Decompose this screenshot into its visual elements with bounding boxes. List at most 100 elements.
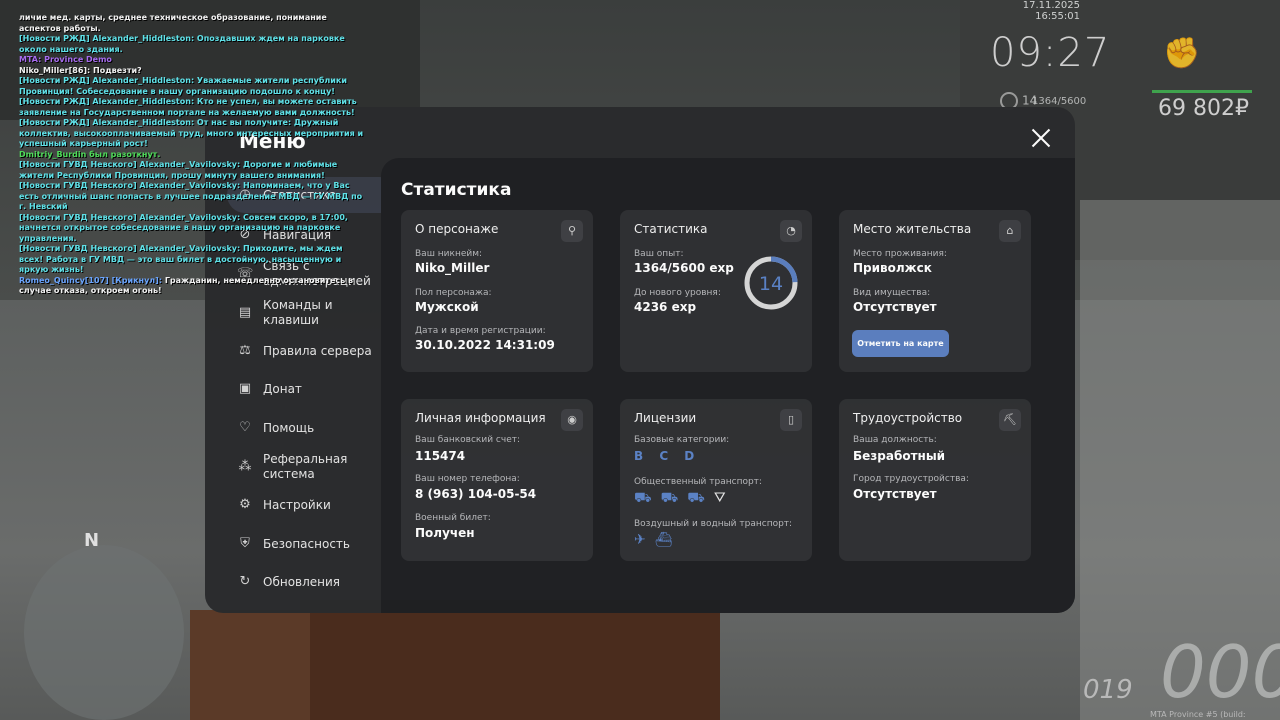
card-title: О персонаже — [415, 222, 499, 236]
chat-text: [Новости РЖД] Alexander_Hiddleston: От н… — [19, 118, 364, 148]
reg-label: Дата и время регистрации: — [415, 326, 546, 336]
trolleybus-icon: ⛟ — [660, 490, 679, 506]
chat-text: [Новости ГУВД Невского] Alexander_Vavilo… — [19, 212, 348, 243]
card-title: Статистика — [634, 222, 708, 236]
document-icon: ▤ — [238, 305, 252, 320]
public-transport-icons: ⛟ ⛟ ⛟ ⛛ — [634, 490, 726, 508]
chat-line: MTA: Province Demo — [19, 55, 369, 66]
bank-label: Ваш банковский счет: — [415, 435, 521, 445]
chat-line: [Новости РЖД] Alexander_Hiddleston: Уваж… — [19, 76, 369, 97]
level-value: 14 — [759, 273, 783, 295]
sidebar-item-updates[interactable]: ↻ Обновления — [237, 574, 387, 590]
vehicle — [300, 600, 720, 720]
next-level-label: До нового уровня: — [634, 288, 721, 298]
stats-card: Статистика ◔ Ваш опыт: 1364/5600 exp До … — [620, 210, 812, 372]
chat-line: личие мед. карты, среднее техническое об… — [19, 13, 369, 34]
next-level-value: 4236 exp — [634, 300, 697, 314]
air-water-label: Воздушный и водный транспорт: — [634, 519, 793, 529]
sidebar-item-donate[interactable]: ▣ Донат — [237, 381, 387, 397]
minimap[interactable] — [24, 545, 184, 720]
place-label: Место проживания: — [853, 249, 947, 259]
property-value: Отсутствует — [853, 300, 937, 314]
plane-icon: ✈ — [634, 532, 646, 548]
reg-value: 30.10.2022 14:31:09 — [415, 338, 555, 352]
hud-date: 17.11.2025 16:55:01 — [1022, 0, 1080, 22]
position-label: Ваша должность: — [853, 435, 937, 445]
chat-text: [Новости ГУВД Невского] Alexander_Vavilo… — [19, 181, 363, 211]
mark-on-map-button[interactable]: Отметить на карте — [852, 330, 949, 357]
card-title: Место жительства — [853, 222, 972, 236]
sidebar-item-label: Правила сервера — [263, 343, 372, 358]
level-ring: 14 — [744, 256, 798, 310]
page-title: Статистика — [401, 180, 512, 200]
boat-icon: ⛴ — [654, 532, 673, 548]
chat-line: [Новости ГУВД Невского] Alexander_Vavilo… — [19, 213, 369, 245]
work-city-value: Отсутствует — [853, 487, 937, 501]
sidebar-item-referral[interactable]: ⁂ Реферальная система — [237, 452, 387, 482]
chat-text: [Новости РЖД] Alexander_Hiddleston: Уваж… — [19, 76, 347, 96]
base-categories-label: Базовые категории: — [634, 435, 730, 445]
chat-log: личие мед. карты, среднее техническое об… — [19, 13, 369, 297]
shield-icon: ⛨ — [240, 536, 250, 551]
heart-hand-icon: ♡ — [239, 420, 251, 435]
card-title: Лицензии — [634, 411, 697, 425]
chat-text: [Новости РЖД] Alexander_Hiddleston: Кто … — [19, 97, 357, 117]
place-value: Приволжск — [853, 261, 932, 275]
sidebar-item-label: Помощь — [263, 420, 315, 435]
chat-line: [Новости РЖД] Alexander_Hiddleston: От н… — [19, 118, 369, 150]
chat-text: [Новости ГУВД Невского] Alexander_Vavilo… — [19, 244, 343, 274]
bus-icon: ⛟ — [634, 490, 652, 506]
pickaxe-icon: ⛏ — [999, 409, 1021, 431]
residence-card: Место жительства ⌂ Место проживания: При… — [839, 210, 1031, 372]
licenses-card: Лицензии ▯ Базовые категории: B C D Обще… — [620, 399, 812, 561]
employment-card: Трудоустройство ⛏ Ваша должность: Безраб… — [839, 399, 1031, 561]
license-icon: ▯ — [780, 409, 802, 431]
sidebar-item-label: Донат — [263, 381, 302, 396]
sidebar-item-rules[interactable]: ⚖ Правила сервера — [237, 343, 387, 359]
hud-clock: 09:27 — [990, 30, 1111, 76]
pie-chart-icon: ◔ — [780, 220, 802, 242]
chat-text: [Новости ГУВД Невского] Alexander_Vavilo… — [19, 160, 338, 180]
property-label: Вид имущества: — [853, 288, 931, 298]
speedometer: 000 — [1160, 630, 1280, 714]
user-circle-icon: ◉ — [561, 409, 583, 431]
sidebar-item-label: Настройки — [263, 497, 331, 512]
wallet-icon: ▣ — [238, 381, 252, 396]
chat-text: MTA: Province Demo — [19, 55, 112, 64]
user-icon: ⚲ — [561, 220, 583, 242]
scales-icon: ⚖ — [239, 343, 251, 358]
compass-north: N — [84, 530, 100, 551]
chat-line: [Новости ГУВД Невского] Alexander_Vavilo… — [19, 181, 369, 213]
chat-line: [Новости ГУВД Невского] Alexander_Vavilo… — [19, 244, 369, 276]
chat-text: Dmitriy_Burdin был разоткнут. — [19, 149, 161, 159]
tram-icon: ⛟ — [687, 490, 705, 506]
chat-text: [Новости РЖД] Alexander_Hiddleston: Опоз… — [19, 34, 345, 54]
position-value: Безработный — [853, 449, 946, 463]
military-label: Военный билет: — [415, 513, 491, 523]
sidebar-item-label: Реферальная система — [263, 452, 348, 481]
sidebar-item-label: Команды и клавиши — [263, 298, 333, 327]
sidebar-item-label: Безопасность — [263, 536, 350, 551]
public-transport-label: Общественный транспорт: — [634, 477, 762, 487]
home-icon: ⌂ — [999, 220, 1021, 242]
air-water-icons: ✈ ⛴ — [634, 532, 673, 548]
phone-value: 8 (963) 104-05-54 — [415, 487, 537, 501]
close-button[interactable] — [1031, 128, 1051, 148]
sidebar-item-help[interactable]: ♡ Помощь — [237, 420, 387, 436]
chat-text: Niko_Miller[86]: Подвезти? — [19, 65, 142, 75]
gender-value: Мужской — [415, 300, 479, 314]
health-bar — [1152, 90, 1252, 93]
gender-label: Пол персонажа: — [415, 288, 492, 298]
sidebar-item-security[interactable]: ⛨ Безопасность — [237, 536, 387, 552]
sidebar-item-label: Обновления — [263, 574, 341, 589]
exp-label: Ваш опыт: — [634, 249, 684, 259]
chat-line: [Новости РЖД] Alexander_Hiddleston: Опоз… — [19, 34, 369, 55]
content-panel: Статистика О персонаже ⚲ Ваш никнейм: Ni… — [381, 158, 1075, 613]
chat-line: Niko_Miller[86]: Подвезти? — [19, 66, 369, 77]
sidebar-item-settings[interactable]: ⚙ Настройки — [237, 497, 387, 513]
network-icon: ⁂ — [238, 459, 252, 474]
sidebar-item-commands[interactable]: ▤ Команды и клавиши — [237, 298, 387, 328]
build-info: MTA Province #5 (build: 6.12421.9) — [1150, 710, 1246, 720]
chat-text: личие мед. карты, среднее техническое об… — [19, 13, 327, 33]
card-title: Трудоустройство — [853, 411, 963, 425]
